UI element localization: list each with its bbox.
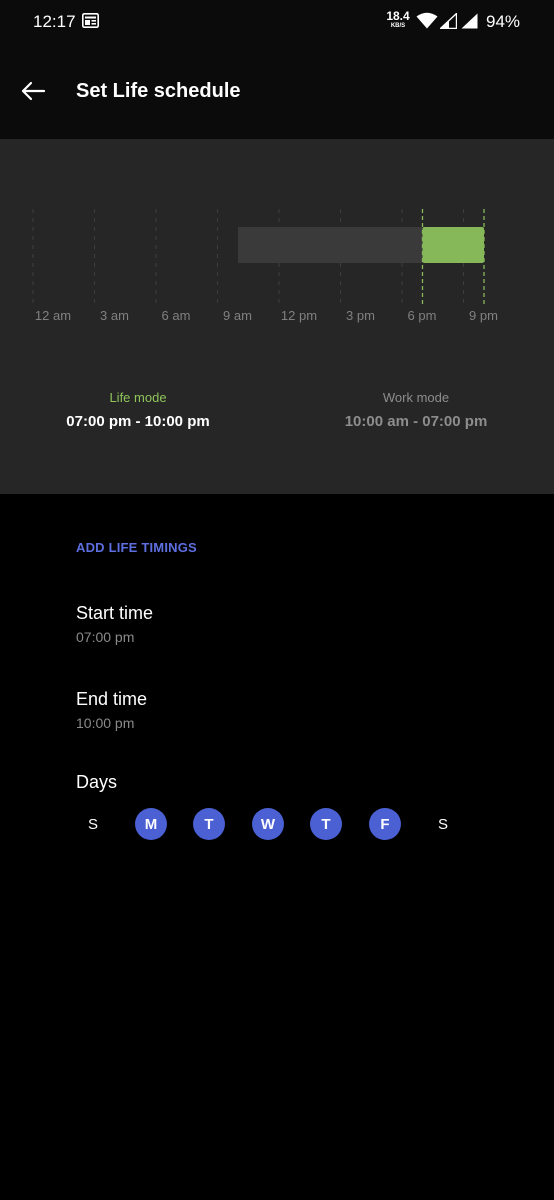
x-tick-label: 3 pm xyxy=(346,308,375,323)
page-title: Set Life schedule xyxy=(76,80,241,102)
days-title: Days xyxy=(76,772,118,792)
work-mode-bar xyxy=(238,227,423,263)
day-toggle-monday[interactable]: M xyxy=(135,808,167,840)
x-tick-label: 6 am xyxy=(162,308,191,323)
work-mode-label: Work mode xyxy=(382,390,450,405)
x-tick-label: 9 pm xyxy=(469,308,498,323)
x-tick-label: 12 pm xyxy=(281,308,317,323)
x-tick-label: 6 pm xyxy=(408,308,437,323)
signal-icon xyxy=(440,13,457,29)
status-bar: 12:17 18.4 KB/S 94% xyxy=(0,0,554,44)
schedule-timeline-chart: 12 am 3 am 6 am 9 am 12 pm 3 pm 6 pm 9 pm xyxy=(32,209,498,323)
life-mode-summary: Life mode 07:00 pm - 10:00 pm xyxy=(38,390,238,430)
network-speed: 18.4 KB/S xyxy=(386,10,410,29)
x-tick-label: 12 am xyxy=(35,308,71,323)
day-toggle-friday[interactable]: F xyxy=(369,808,401,840)
battery-percent: 94% xyxy=(486,12,521,31)
wifi-icon xyxy=(416,12,438,29)
app-bar: Set Life schedule xyxy=(0,44,554,139)
schedule-panel: 12 am 3 am 6 am 9 am 12 pm 3 pm 6 pm 9 pm Life … xyxy=(0,139,554,494)
notification-icon xyxy=(82,13,99,28)
work-mode-summary: Work mode 10:00 am - 07:00 pm xyxy=(316,390,516,430)
network-speed-value: 18.4 xyxy=(386,9,410,23)
day-toggle-saturday[interactable]: S xyxy=(427,808,459,840)
status-time: 12:17 xyxy=(33,12,76,31)
day-toggle-wednesday[interactable]: W xyxy=(252,808,284,840)
x-tick-label: 3 am xyxy=(100,308,129,323)
start-time-setting[interactable]: Start time 07:00 pm xyxy=(76,603,153,645)
signal-icon xyxy=(461,13,478,29)
schedule-screen: 12:17 18.4 KB/S 94% Set Life schedule 12… xyxy=(0,0,554,1200)
day-toggle-sunday[interactable]: S xyxy=(77,808,109,840)
life-mode-bar xyxy=(422,227,484,263)
x-tick-label: 9 am xyxy=(223,308,252,323)
end-time-value: 10:00 pm xyxy=(76,715,135,731)
section-header: ADD LIFE TIMINGS xyxy=(76,540,197,555)
day-toggle-tuesday[interactable]: T xyxy=(193,808,225,840)
end-time-setting[interactable]: End time 10:00 pm xyxy=(76,689,147,731)
end-time-title: End time xyxy=(76,689,148,709)
life-mode-range: 07:00 pm - 10:00 pm xyxy=(66,413,210,430)
life-mode-label: Life mode xyxy=(109,390,167,405)
network-speed-unit: KB/S xyxy=(390,23,406,29)
back-button[interactable] xyxy=(16,74,50,108)
start-time-value: 07:00 pm xyxy=(76,629,135,645)
work-mode-range: 10:00 am - 07:00 pm xyxy=(344,413,488,430)
arrow-left-icon xyxy=(21,81,46,101)
start-time-title: Start time xyxy=(76,603,154,623)
day-toggle-thursday[interactable]: T xyxy=(310,808,342,840)
